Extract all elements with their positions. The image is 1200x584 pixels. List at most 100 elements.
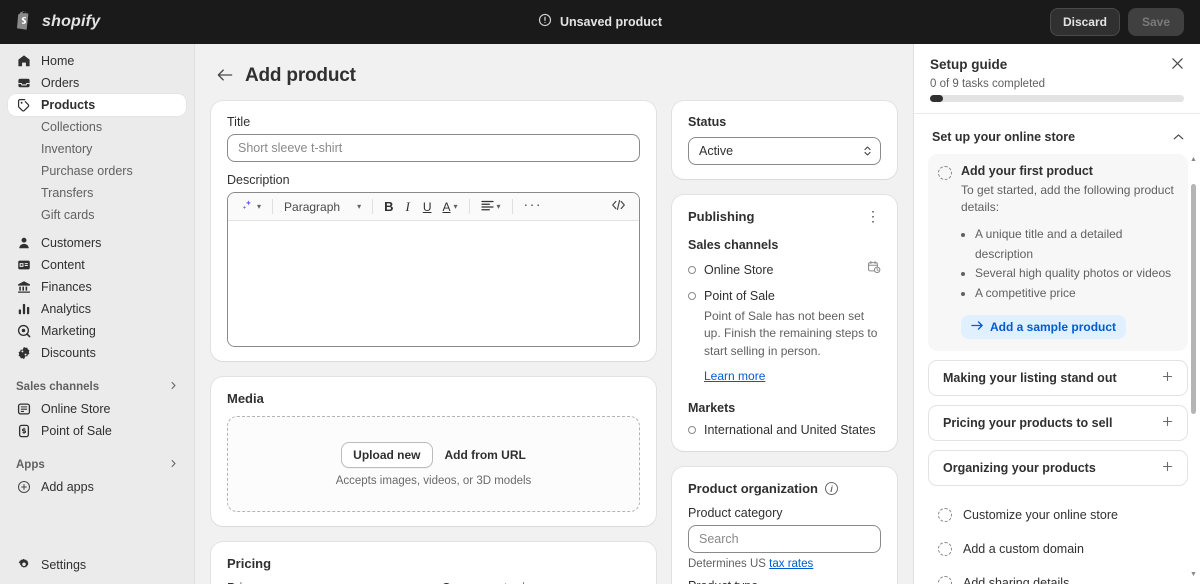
text-color-button[interactable]: A ▾ xyxy=(437,197,462,217)
sidebar-item-customers[interactable]: Customers xyxy=(8,232,186,254)
sidebar-item-purchase-orders[interactable]: Purchase orders xyxy=(8,160,186,182)
setup-guide-section-online-store[interactable]: Set up your online store xyxy=(928,126,1188,154)
toolbar-divider xyxy=(511,199,513,214)
task-label: Making your listing stand out xyxy=(943,370,1117,385)
media-dropzone[interactable]: Upload new Add from URL Accepts images, … xyxy=(227,416,640,512)
sidebar-section-sales-channels[interactable]: Sales channels xyxy=(8,376,186,398)
channel-point-of-sale[interactable]: Point of Sale xyxy=(688,289,881,303)
bold-button[interactable]: B xyxy=(379,197,398,217)
task-label: Pricing your products to sell xyxy=(943,415,1113,430)
close-icon[interactable] xyxy=(1171,57,1184,72)
setup-guide-title-row: Setup guide xyxy=(930,57,1184,72)
sidebar-item-label: Home xyxy=(41,54,75,68)
code-view-button[interactable] xyxy=(606,197,631,217)
gear-icon xyxy=(16,557,32,573)
setup-task-custom-domain[interactable]: Add a custom domain xyxy=(928,532,1188,566)
description-textarea[interactable] xyxy=(228,221,639,346)
unsaved-label: Unsaved product xyxy=(559,15,663,29)
title-input[interactable] xyxy=(227,134,640,162)
setup-task-pricing-products[interactable]: Pricing your products to sell xyxy=(928,404,1188,441)
status-select[interactable]: Active Draft xyxy=(688,137,881,165)
status-select-wrap: Active Draft xyxy=(688,137,881,165)
description-editor: ▾ Paragraph ▾ B I U A ▾ ▾ ··· xyxy=(227,192,640,347)
sidebar-item-finances[interactable]: Finances xyxy=(8,276,186,298)
page-header: Add product xyxy=(217,65,897,87)
sidebar-item-home[interactable]: Home xyxy=(8,50,186,72)
channel-pos-description: Point of Sale has not been set up. Finis… xyxy=(704,309,878,358)
block-format-dropdown[interactable]: Paragraph ▾ xyxy=(279,197,366,217)
arrow-right-icon xyxy=(971,320,984,334)
task-incomplete-icon[interactable] xyxy=(938,166,952,180)
sidebar-item-gift-cards[interactable]: Gift cards xyxy=(8,204,186,226)
sales-channels-label: Sales channels xyxy=(16,381,100,393)
setup-task-customize-store[interactable]: Customize your online store xyxy=(928,498,1188,532)
learn-more-link[interactable]: Learn more xyxy=(704,369,765,383)
task-incomplete-icon[interactable] xyxy=(938,575,952,584)
sparkle-ai-button[interactable]: ▾ xyxy=(236,197,266,217)
setup-task-add-first-product[interactable]: Add your first product To get started, a… xyxy=(928,154,1188,351)
scrollbar-thumb[interactable] xyxy=(1191,184,1196,414)
market-row[interactable]: International and United States xyxy=(688,423,881,437)
sidebar-item-discounts[interactable]: Discounts xyxy=(8,342,186,364)
sidebar-item-label: Content xyxy=(41,258,85,272)
sidebar-item-transfers[interactable]: Transfers xyxy=(8,182,186,204)
align-button[interactable]: ▾ xyxy=(476,197,506,217)
tax-rates-link[interactable]: tax rates xyxy=(769,558,813,570)
underline-button[interactable]: U xyxy=(417,197,438,217)
home-icon xyxy=(16,53,32,69)
top-bar-actions: Discard Save xyxy=(1049,8,1200,36)
sidebar-item-inventory[interactable]: Inventory xyxy=(8,138,186,160)
brand-logo[interactable]: shopify xyxy=(0,10,195,35)
upload-new-button[interactable]: Upload new xyxy=(341,441,433,468)
plus-icon xyxy=(1162,371,1173,384)
italic-button[interactable]: I xyxy=(398,197,416,217)
sidebar-item-analytics[interactable]: Analytics xyxy=(8,298,186,320)
channel-radio-icon[interactable] xyxy=(688,265,696,274)
setup-guide-header: Setup guide 0 of 9 tasks completed xyxy=(914,44,1200,114)
save-button[interactable]: Save xyxy=(1127,8,1184,36)
sidebar-item-content[interactable]: Content xyxy=(8,254,186,276)
arrow-left-icon[interactable] xyxy=(217,68,233,85)
channel-online-store[interactable]: Online Store xyxy=(688,260,881,279)
market-radio-icon[interactable] xyxy=(688,426,696,435)
secondary-column: Status Active Draft xyxy=(672,101,897,584)
task-label: Add a custom domain xyxy=(963,541,1084,556)
task-incomplete-icon[interactable] xyxy=(938,507,952,522)
sidebar-item-online-store[interactable]: Online Store xyxy=(8,398,186,420)
publishing-header: Publishing ⋮ xyxy=(688,209,881,228)
more-vertical-icon[interactable]: ⋮ xyxy=(866,209,881,223)
channel-online-store-left: Online Store xyxy=(688,263,773,277)
discard-button[interactable]: Discard xyxy=(1049,8,1120,36)
scroll-down-arrow-icon[interactable]: ▼ xyxy=(1190,571,1197,578)
sidebar-item-marketing[interactable]: Marketing xyxy=(8,320,186,342)
organization-title: Product organization xyxy=(688,481,818,497)
product-category-input[interactable] xyxy=(688,525,881,554)
scroll-up-arrow-icon[interactable]: ▲ xyxy=(1190,156,1197,163)
setup-task-sharing-details[interactable]: Add sharing details xyxy=(928,566,1188,584)
add-sample-product-button[interactable]: Add a sample product xyxy=(961,314,1127,339)
add-from-url-button[interactable]: Add from URL xyxy=(445,448,526,462)
scrollbar-track[interactable] xyxy=(1191,166,1196,568)
shopify-admin-app: shopify Unsaved product Discard Save Hom… xyxy=(0,0,1200,584)
setup-task-listing-stand-out[interactable]: Making your listing stand out xyxy=(928,359,1188,396)
task-label: Organizing your products xyxy=(943,460,1096,475)
brand-name: shopify xyxy=(42,13,101,30)
sidebar-item-collections[interactable]: Collections xyxy=(8,116,186,138)
sidebar-item-products[interactable]: Products xyxy=(8,94,186,116)
sidebar-item-point-of-sale[interactable]: Point of Sale xyxy=(8,420,186,442)
task-incomplete-icon[interactable] xyxy=(938,541,952,556)
sidebar-item-orders[interactable]: Orders xyxy=(8,72,186,94)
info-circle-icon[interactable]: i xyxy=(825,482,838,496)
sidebar-item-label: Marketing xyxy=(41,324,96,338)
channel-radio-icon[interactable] xyxy=(688,292,696,300)
sidebar-item-add-apps[interactable]: Add apps xyxy=(8,476,186,498)
sidebar-item-label: Finances xyxy=(41,280,92,294)
sidebar-item-settings[interactable]: Settings xyxy=(8,554,186,576)
more-options-button[interactable]: ··· xyxy=(519,196,548,217)
setup-guide-scrollbar[interactable]: ▲ ▼ xyxy=(1190,156,1197,578)
setup-guide-body[interactable]: Set up your online store Add your first … xyxy=(914,114,1200,584)
sidebar-section-apps[interactable]: Apps xyxy=(8,454,186,476)
sidebar-item-label: Point of Sale xyxy=(41,424,112,438)
calendar-clock-icon[interactable] xyxy=(867,260,881,279)
setup-task-organizing-products[interactable]: Organizing your products xyxy=(928,449,1188,486)
